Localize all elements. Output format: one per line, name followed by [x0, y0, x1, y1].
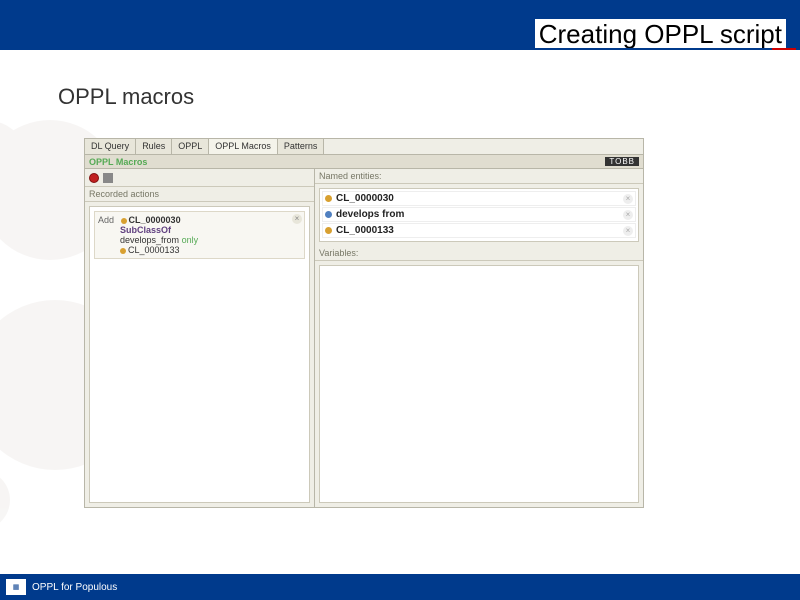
action-add-label: Add [98, 215, 114, 225]
class-dot-icon [325, 227, 332, 234]
entity-name: CL_0000030 [336, 193, 394, 204]
red-accent [772, 48, 796, 50]
tab-oppl-macros[interactable]: OPPL Macros [209, 139, 278, 154]
tab-oppl[interactable]: OPPL [172, 139, 209, 154]
record-button[interactable] [89, 173, 99, 183]
header-bar: Creating OPPL script [0, 0, 800, 48]
entity-row[interactable]: CL_0000030 × [322, 191, 636, 206]
action-item[interactable]: Add CL_0000030 SubClassOf develops_from … [94, 211, 305, 259]
class-dot-icon [325, 195, 332, 202]
tabs-row: DL Query Rules OPPL OPPL Macros Patterns [85, 139, 643, 155]
action-entity-1: CL_0000030 [129, 215, 181, 225]
class-dot-icon [120, 248, 126, 254]
action-relation: develops_from only [120, 235, 301, 245]
footer-bar: ▦ OPPL for Populous [0, 574, 800, 600]
action-only-keyword: only [182, 235, 199, 245]
entity-row[interactable]: CL_0000133 × [322, 223, 636, 238]
left-column: Recorded actions Add CL_0000030 SubClass… [85, 169, 315, 507]
property-dot-icon [325, 211, 332, 218]
recorded-actions-box: Add CL_0000030 SubClassOf develops_from … [89, 206, 310, 503]
footer-logo-icon: ▦ [6, 579, 26, 595]
named-entities-label: Named entities: [315, 169, 643, 184]
entity-row[interactable]: develops from × [322, 207, 636, 222]
remove-entity-button[interactable]: × [623, 226, 633, 236]
entity-name: develops from [336, 209, 404, 220]
action-entity-2: CL_0000133 [120, 245, 301, 255]
action-subclassof: SubClassOf [120, 225, 301, 235]
recorded-actions-label: Recorded actions [85, 187, 314, 202]
remove-entity-button[interactable]: × [623, 210, 633, 220]
footer-text: OPPL for Populous [32, 582, 117, 593]
remove-action-button[interactable]: × [292, 214, 302, 224]
header-underline [0, 48, 800, 50]
right-column: Named entities: CL_0000030 × develops fr… [315, 169, 643, 507]
recorder-controls [85, 169, 314, 187]
tab-patterns[interactable]: Patterns [278, 139, 325, 154]
subheader-badge: TOBB [605, 157, 639, 166]
panel-body: Recorded actions Add CL_0000030 SubClass… [85, 169, 643, 507]
remove-entity-button[interactable]: × [623, 194, 633, 204]
app-panel: DL Query Rules OPPL OPPL Macros Patterns… [84, 138, 644, 508]
named-entities-list: CL_0000030 × develops from × CL_0000133 … [319, 188, 639, 242]
tab-dl-query[interactable]: DL Query [85, 139, 136, 154]
page-title: Creating OPPL script [535, 19, 786, 50]
class-dot-icon [121, 218, 127, 224]
panel-subheader: OPPL Macros TOBB [85, 155, 643, 169]
variables-box [319, 265, 639, 503]
tab-rules[interactable]: Rules [136, 139, 172, 154]
entity-name: CL_0000133 [336, 225, 394, 236]
subheader-title: OPPL Macros [89, 157, 147, 167]
play-button[interactable] [103, 173, 113, 183]
variables-label: Variables: [315, 246, 643, 261]
section-subtitle: OPPL macros [58, 84, 194, 110]
